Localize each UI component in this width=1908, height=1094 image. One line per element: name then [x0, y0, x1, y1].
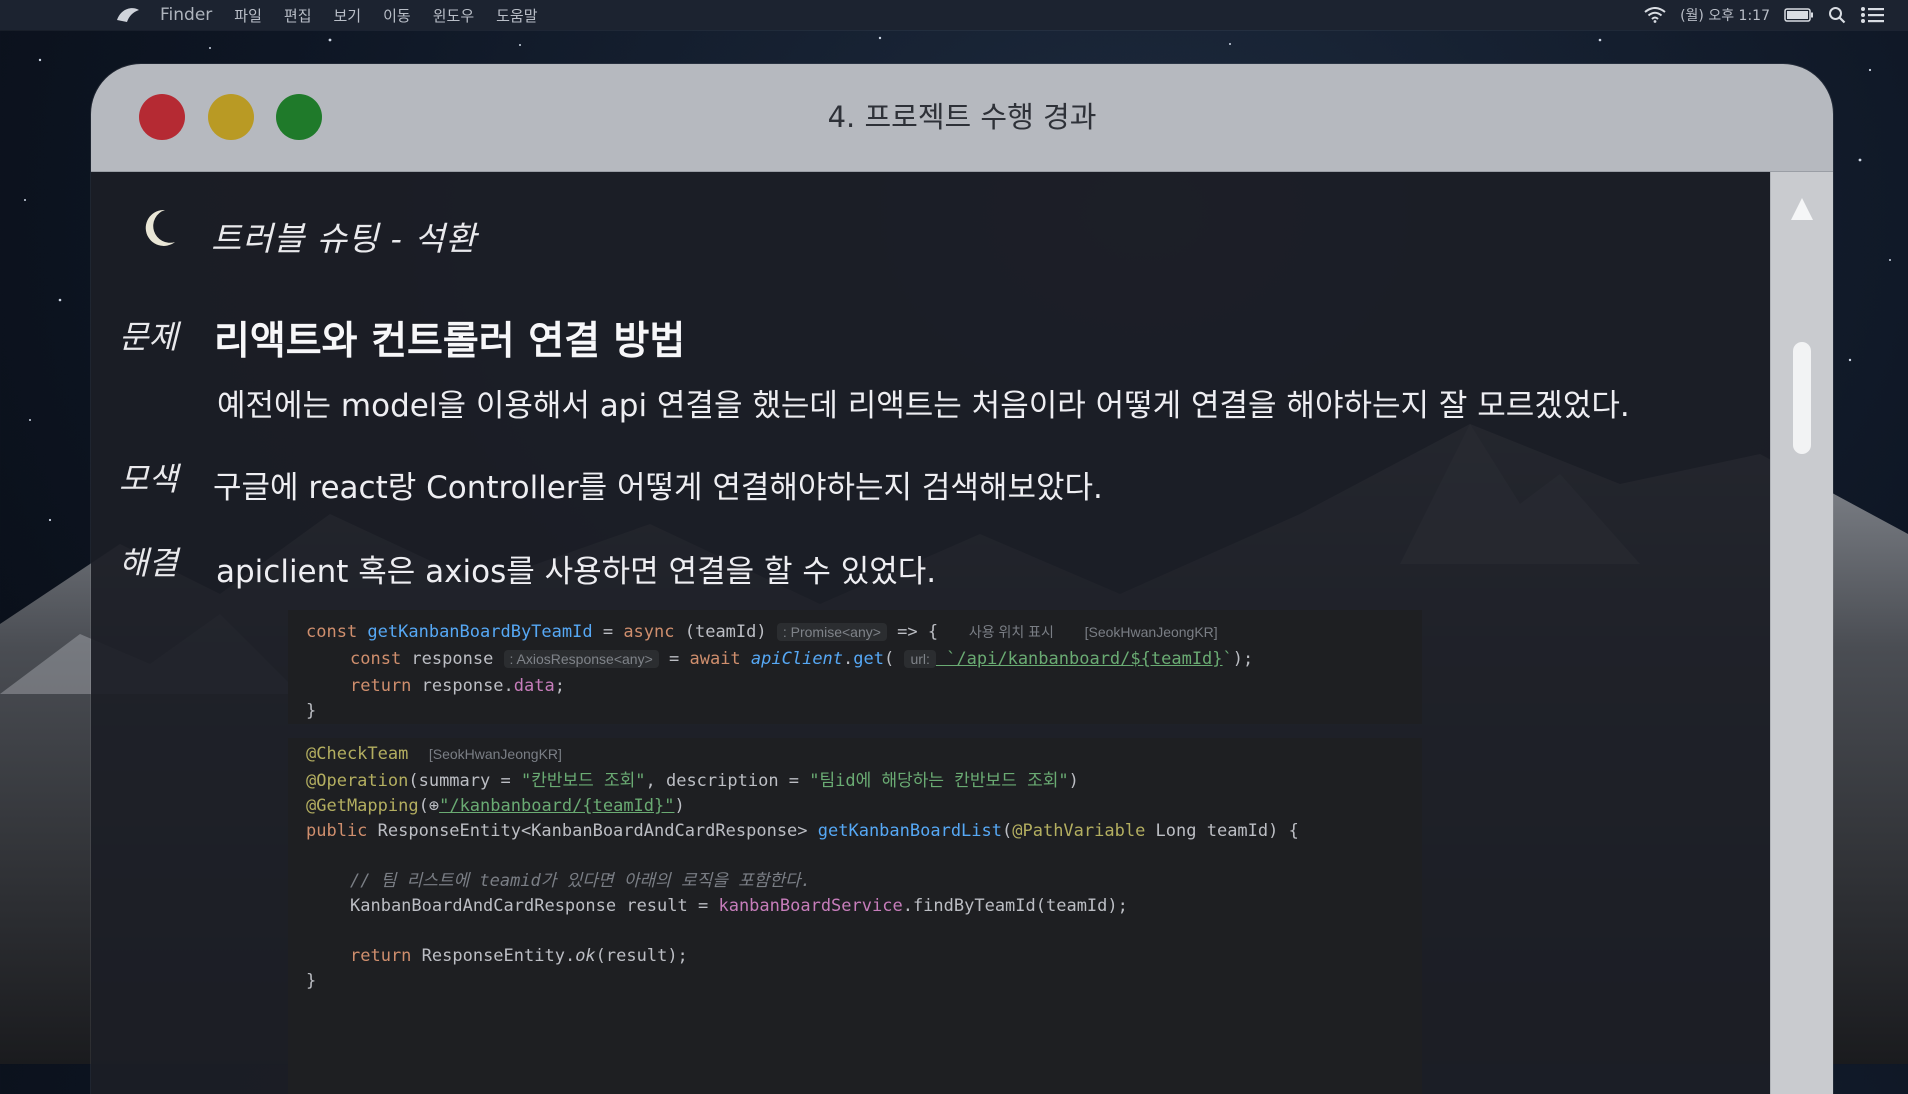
react-code-snippet: const getKanbanBoardByTeamId = async (te…	[288, 610, 1422, 724]
author-hint: [SeokHwanJeongKR]	[428, 746, 562, 762]
battery-icon[interactable]	[1784, 8, 1814, 22]
solution-text: apiclient 혹은 axios를 사용하면 연결을 할 수 있었다.	[216, 554, 937, 590]
menu-clock[interactable]: (월) 오후 1:17	[1680, 5, 1770, 25]
search-text: 구글에 react랑 Controller를 어떻게 연결해야하는지 검색해보았…	[213, 470, 1103, 506]
scroll-thumb[interactable]	[1793, 342, 1811, 454]
code-line: return ResponseEntity.ok(result);	[350, 946, 688, 966]
menu-go[interactable]: 이동	[383, 5, 411, 26]
search-tag: 모색	[119, 460, 178, 498]
control-center-icon[interactable]	[1860, 6, 1886, 24]
section-label: 트러블 슈팅 - 석환	[211, 219, 478, 258]
scroll-up-arrow-icon[interactable]	[1791, 198, 1813, 220]
apple-logo-icon[interactable]	[115, 6, 141, 24]
slide-content: 트러블 슈팅 - 석환 문제 리액트와 컨트롤러 연결 방법 예전에는 mode…	[91, 172, 1771, 1094]
code-line: @CheckTeam [SeokHwanJeongKR]	[306, 744, 562, 764]
search-icon[interactable]	[1828, 6, 1846, 24]
code-line: const response : AxiosResponse<any> = aw…	[350, 649, 1254, 669]
window-titlebar[interactable]: 4. 프로젝트 수행 경과	[91, 64, 1833, 172]
menu-help[interactable]: 도움말	[496, 5, 537, 26]
wifi-icon[interactable]	[1644, 7, 1666, 23]
param-hint: url:	[904, 650, 936, 668]
problem-title: 리액트와 컨트롤러 연결 방법	[214, 319, 686, 364]
problem-description: 예전에는 model을 이용해서 api 연결을 했는데 리액트는 처음이라 어…	[217, 388, 1630, 424]
code-line: public ResponseEntity<KanbanBoardAndCard…	[306, 821, 1299, 841]
menu-file[interactable]: 파일	[234, 5, 262, 26]
vertical-scrollbar[interactable]	[1770, 172, 1833, 1094]
controller-code-snippet: @CheckTeam [SeokHwanJeongKR] @Operation(…	[288, 738, 1422, 1094]
moon-icon	[145, 209, 175, 246]
globe-icon[interactable]: ⊕	[429, 796, 439, 816]
type-hint: : AxiosResponse<any>	[503, 650, 659, 668]
type-hint: : Promise<any>	[776, 623, 887, 641]
code-line: @Operation(summary = "칸반보드 조회", descript…	[306, 771, 1079, 791]
code-line: KanbanBoardAndCardResponse result = kanb…	[350, 896, 1128, 916]
code-line: @GetMapping(⊕"/kanbanboard/{teamId}")	[306, 796, 685, 816]
window-title: 4. 프로젝트 수행 경과	[827, 100, 1097, 134]
code-line: }	[306, 701, 317, 721]
code-line: }	[306, 971, 317, 991]
solution-tag: 해결	[119, 544, 178, 582]
code-line: const getKanbanBoardByTeamId = async (te…	[306, 622, 1218, 642]
problem-tag: 문제	[119, 318, 178, 356]
menu-window[interactable]: 윈도우	[433, 5, 474, 26]
presentation-window: 4. 프로젝트 수행 경과 트러블 슈팅 - 석환 문제 리액트와 컨트롤러 연…	[91, 64, 1833, 1094]
code-line: return response.data;	[350, 676, 565, 696]
usage-link[interactable]: 사용 위치 표시	[969, 624, 1054, 640]
menu-bar: Finder 파일 편집 보기 이동 윈도우 도움말 (월) 오후 1:17	[0, 0, 1908, 30]
code-comment: // 팀 리스트에 teamid가 있다면 아래의 로직을 포함한다.	[350, 871, 811, 891]
menu-finder[interactable]: Finder	[160, 5, 212, 25]
menu-view[interactable]: 보기	[334, 5, 362, 26]
menu-edit[interactable]: 편집	[284, 5, 312, 26]
author-hint: [SeokHwanJeongKR]	[1084, 624, 1218, 640]
